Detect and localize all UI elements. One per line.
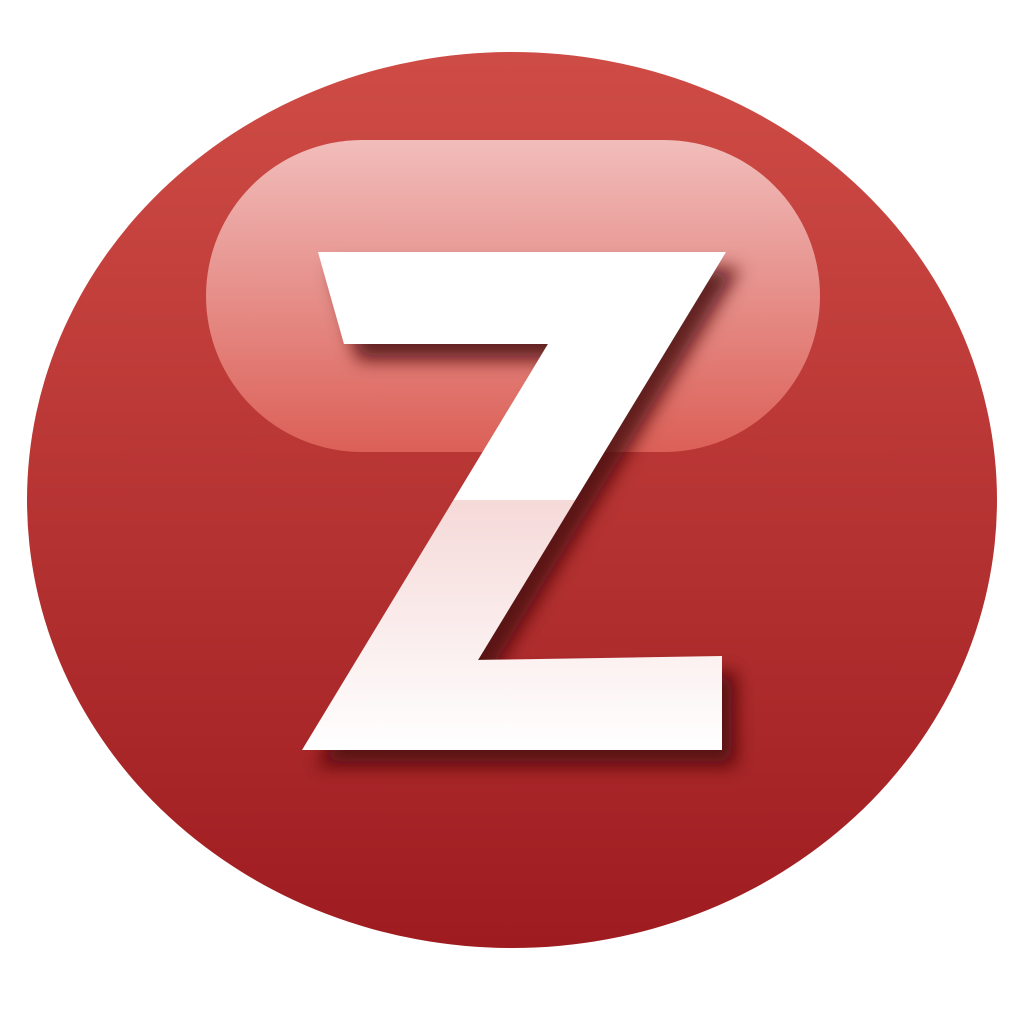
z-logo-icon <box>27 52 997 948</box>
app-icon-canvas <box>0 0 1024 1024</box>
